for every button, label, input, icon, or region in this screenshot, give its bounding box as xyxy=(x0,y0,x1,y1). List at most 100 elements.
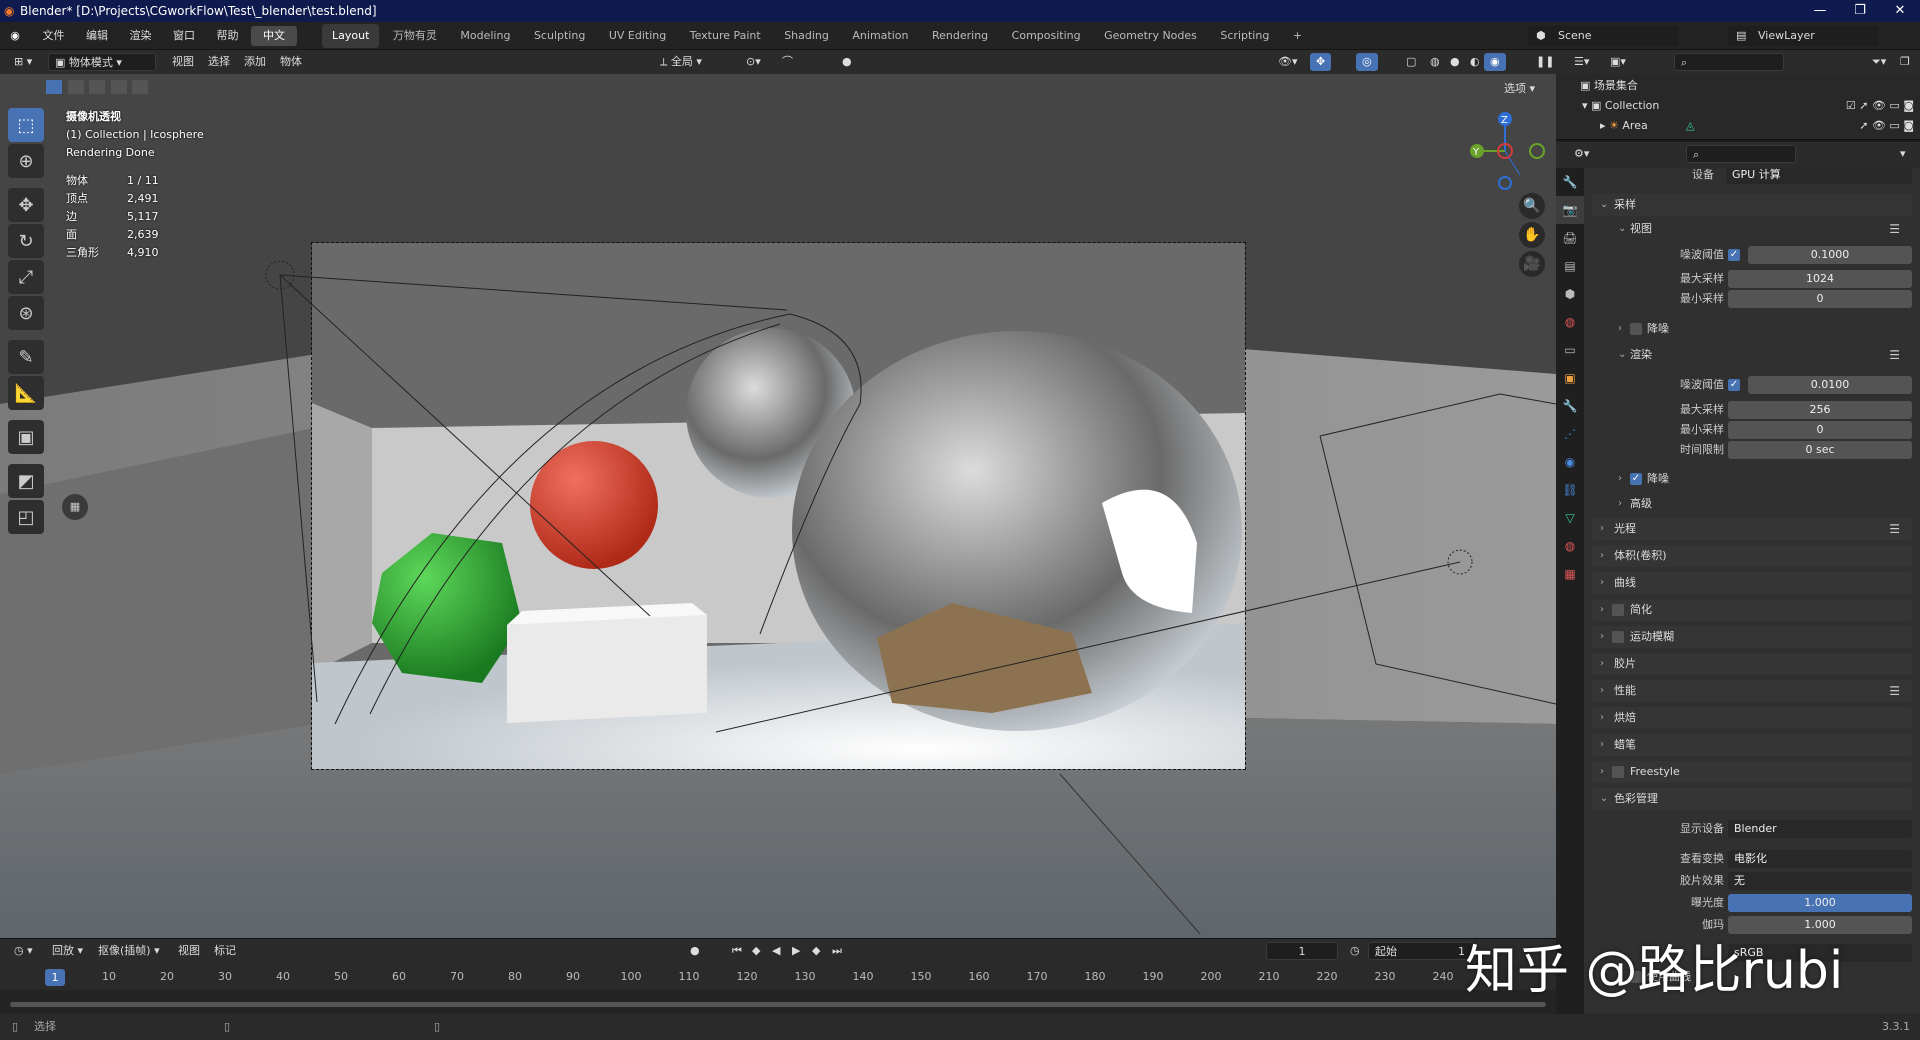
new-collection-icon[interactable]: ❐ xyxy=(1894,53,1916,71)
rendered-shading-icon[interactable]: ◉ xyxy=(1484,53,1506,71)
output-tab-icon[interactable]: 🖨 xyxy=(1556,224,1584,252)
render-tab-icon[interactable]: 📷 xyxy=(1556,196,1584,224)
timeline-body[interactable] xyxy=(0,990,1556,1014)
timeline-view-menu[interactable]: 视图 xyxy=(172,942,206,960)
minimize-button[interactable]: — xyxy=(1800,0,1840,22)
menu-help[interactable]: 帮助 xyxy=(208,22,248,50)
look-select[interactable]: 无 xyxy=(1728,872,1912,890)
view-layer-tab-icon[interactable]: ▤ xyxy=(1556,252,1584,280)
rotate-tool-icon[interactable]: ↻ xyxy=(8,224,44,258)
marker-menu[interactable]: 标记 xyxy=(208,942,242,960)
render-subpanel[interactable]: ⌄ 渲染 ☰ xyxy=(1584,344,1920,366)
timeline-ruler[interactable]: 1 10 20 30 40 50 60 70 80 90 100 110 120… xyxy=(0,966,1556,990)
tab-shading[interactable]: Shading xyxy=(774,24,839,48)
outliner-row-area[interactable]: ▸ ☀ Area ◬ ➚ 👁 ▭ ◙ xyxy=(1556,116,1920,136)
add-cube-tool-icon[interactable]: ▣ xyxy=(8,420,44,454)
record-icon[interactable]: ● xyxy=(684,942,706,960)
presets-icon[interactable]: ☰ xyxy=(1889,344,1900,366)
tab-compositing[interactable]: Compositing xyxy=(1002,24,1091,48)
r-max-samples-field[interactable]: 256 xyxy=(1728,401,1912,419)
menu-file[interactable]: 文件 xyxy=(34,22,74,50)
presets-icon[interactable]: ☰ xyxy=(1889,218,1900,240)
expand-icon[interactable]: ▸ xyxy=(1600,119,1609,132)
tool-tab-icon[interactable]: 🔧 xyxy=(1556,168,1584,196)
advanced-subpanel[interactable]: › 高级 xyxy=(1584,493,1920,515)
physics-tab-icon[interactable]: ◉ xyxy=(1556,448,1584,476)
xray-icon[interactable]: ▢ xyxy=(1400,53,1422,71)
vp-denoise-subpanel[interactable]: › 降噪 xyxy=(1584,318,1920,340)
freestyle-checkbox[interactable] xyxy=(1612,766,1624,778)
play-reverse-icon[interactable]: ◀ xyxy=(766,942,786,960)
bend-tool-icon[interactable]: ◰ xyxy=(8,500,44,534)
vp-noise-threshold-field[interactable]: 0.1000 xyxy=(1748,246,1912,264)
volumes-panel[interactable]: › 体积(卷积) xyxy=(1592,545,1912,567)
navigation-gizmo[interactable]: Z Y xyxy=(1460,110,1550,190)
row-visibility-icons[interactable]: ➚ 👁 ▭ ◙ xyxy=(1859,116,1914,136)
solid-shading-icon[interactable]: ● xyxy=(1444,53,1466,71)
display-device-select[interactable]: Blender xyxy=(1728,820,1912,838)
vp-denoise-checkbox[interactable] xyxy=(1630,323,1642,335)
menu-window[interactable]: 窗口 xyxy=(164,22,204,50)
viewlayer-selector[interactable]: ▤ ViewLayer xyxy=(1728,26,1878,46)
outliner-row-collection[interactable]: ▾ ▣ Collection ☑ ➚ 👁 ▭ ◙ xyxy=(1556,96,1920,116)
tab-texture-paint[interactable]: Texture Paint xyxy=(680,24,771,48)
row-visibility-icons[interactable]: ☑ ➚ 👁 ▭ ◙ xyxy=(1846,96,1914,116)
tab-wanwu[interactable]: 万物有灵 xyxy=(383,24,447,48)
menu-render[interactable]: 渲染 xyxy=(121,22,161,50)
snap-icon[interactable]: ⌒ xyxy=(776,53,799,71)
world-tab-icon[interactable]: ◍ xyxy=(1556,308,1584,336)
outliner-editor-icon[interactable]: ☰▾ xyxy=(1568,53,1595,71)
select-subtract-icon[interactable] xyxy=(89,80,105,94)
material-shading-icon[interactable]: ◐ xyxy=(1464,53,1486,71)
presets-icon[interactable]: ☰ xyxy=(1889,518,1900,540)
start-frame-field[interactable]: 起始 1 xyxy=(1368,942,1474,960)
pivot-icon[interactable]: ⊙▾ xyxy=(740,53,767,71)
simplify-panel[interactable]: › 简化 xyxy=(1592,599,1912,621)
timeline-scrollbar[interactable] xyxy=(10,1002,1546,1007)
viewport-subpanel[interactable]: ⌄ 视图 ☰ xyxy=(1584,218,1920,240)
device-select[interactable]: GPU 计算 xyxy=(1726,168,1912,184)
keying-menu[interactable]: 抠像(插帧) ▾ xyxy=(92,942,166,960)
scene-tab-icon[interactable]: ⬢ xyxy=(1556,280,1584,308)
performance-panel[interactable]: › 性能 ☰ xyxy=(1592,680,1912,702)
preview-range-icon[interactable]: ◷ xyxy=(1344,942,1366,960)
annotate-tool-icon[interactable]: ✎ xyxy=(8,340,44,374)
film-panel[interactable]: › 胶片 xyxy=(1592,653,1912,675)
vp-min-samples-field[interactable]: 0 xyxy=(1728,290,1912,308)
properties-editor-icon[interactable]: ⚙▾ xyxy=(1568,145,1595,163)
tab-sculpting[interactable]: Sculpting xyxy=(524,24,595,48)
zoom-icon[interactable]: 🔍 xyxy=(1519,193,1545,219)
gizmo-toggle-icon[interactable]: ✥ xyxy=(1310,53,1332,71)
camera-view-icon[interactable]: 🎥 xyxy=(1519,251,1545,277)
playback-menu[interactable]: 回放 ▾ xyxy=(46,942,89,960)
vp-noise-threshold-checkbox[interactable]: ✓ xyxy=(1728,249,1740,261)
particles-tab-icon[interactable]: ⋰ xyxy=(1556,420,1584,448)
jump-end-icon[interactable]: ⏭ xyxy=(826,942,848,960)
3d-viewport[interactable]: 选项 ▾ xyxy=(0,74,1556,938)
display-mode-icon[interactable]: ▣▾ xyxy=(1604,53,1632,71)
blender-menu-icon[interactable]: ◉ xyxy=(0,22,30,50)
select-tool-icon[interactable]: ⬚ xyxy=(8,108,44,142)
select-extend-icon[interactable] xyxy=(67,80,84,94)
collection-tab-icon[interactable]: ▭ xyxy=(1556,336,1584,364)
add-workspace-icon[interactable]: + xyxy=(1283,24,1312,48)
exposure-slider[interactable]: 1.000 xyxy=(1728,894,1912,912)
grease-pencil-panel[interactable]: › 蜡笔 xyxy=(1592,734,1912,756)
tab-modeling[interactable]: Modeling xyxy=(450,24,520,48)
transform-tool-icon[interactable]: ⊛ xyxy=(8,296,44,330)
pan-hand-icon[interactable]: ✋ xyxy=(1519,222,1545,248)
tab-animation[interactable]: Animation xyxy=(842,24,918,48)
language-button[interactable]: 中文 xyxy=(251,26,297,46)
expand-icon[interactable]: ▾ xyxy=(1582,99,1591,112)
menu-view[interactable]: 视图 xyxy=(166,53,200,71)
render-denoise-checkbox[interactable]: ✓ xyxy=(1630,473,1642,485)
grid-toggle-icon[interactable]: ▦ xyxy=(62,494,88,520)
color-management-panel[interactable]: ⌄ 色彩管理 xyxy=(1592,788,1912,810)
sampling-panel[interactable]: ⌄ 采样 xyxy=(1592,194,1912,216)
outliner-search-input[interactable]: ⌕ xyxy=(1674,53,1784,71)
close-button[interactable]: ✕ xyxy=(1880,0,1920,22)
filter-icon[interactable]: ⏷▾ xyxy=(1866,53,1892,71)
vp-max-samples-field[interactable]: 1024 xyxy=(1728,270,1912,288)
select-intersect-icon[interactable] xyxy=(132,80,148,94)
playhead[interactable]: 1 xyxy=(45,969,65,986)
